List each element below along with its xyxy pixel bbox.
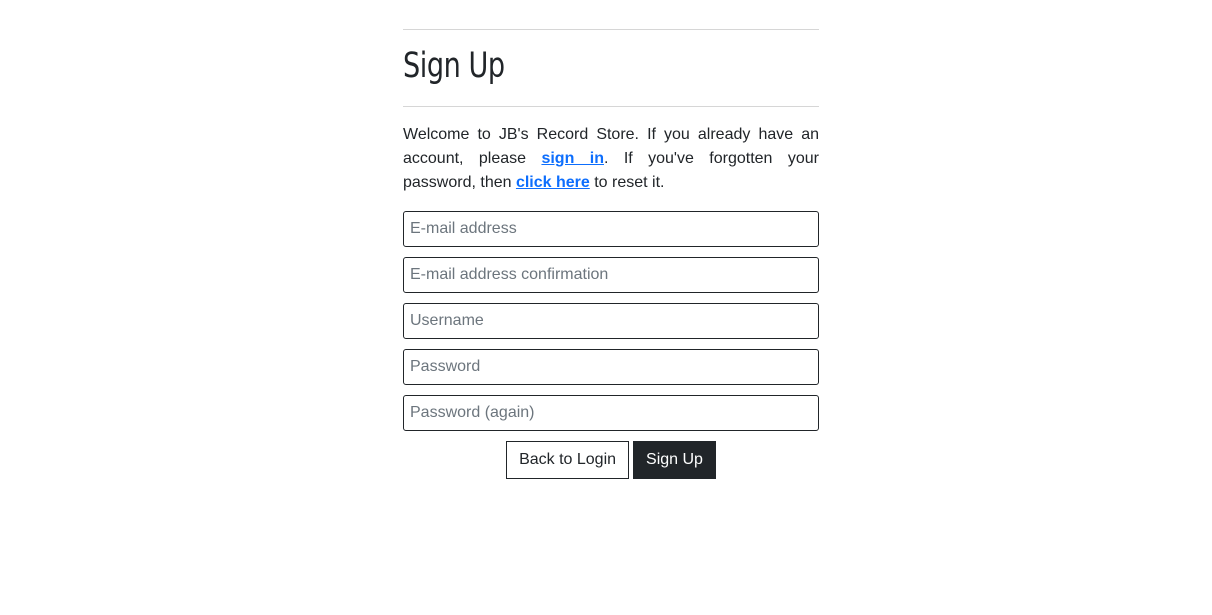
form-buttons: Back to Login Sign Up: [403, 441, 819, 479]
reset-password-link[interactable]: click here: [516, 174, 590, 191]
email-field[interactable]: [403, 211, 819, 247]
intro-text: Welcome to JB's Record Store. If you alr…: [403, 123, 819, 195]
sign-in-link[interactable]: sign in: [541, 150, 604, 167]
back-to-login-button[interactable]: Back to Login: [506, 441, 630, 479]
intro-text-part: to reset it.: [589, 174, 665, 191]
username-field[interactable]: [403, 303, 819, 339]
top-divider: [403, 29, 819, 30]
signup-form: Back to Login Sign Up: [403, 211, 819, 479]
password-field[interactable]: [403, 349, 819, 385]
sign-up-button[interactable]: Sign Up: [633, 441, 716, 479]
password-again-field[interactable]: [403, 395, 819, 431]
title-divider: [403, 106, 819, 107]
page-title: Sign Up: [403, 46, 505, 86]
signup-container: Sign Up Welcome to JB's Record Store. If…: [403, 0, 819, 479]
email-confirmation-field[interactable]: [403, 257, 819, 293]
